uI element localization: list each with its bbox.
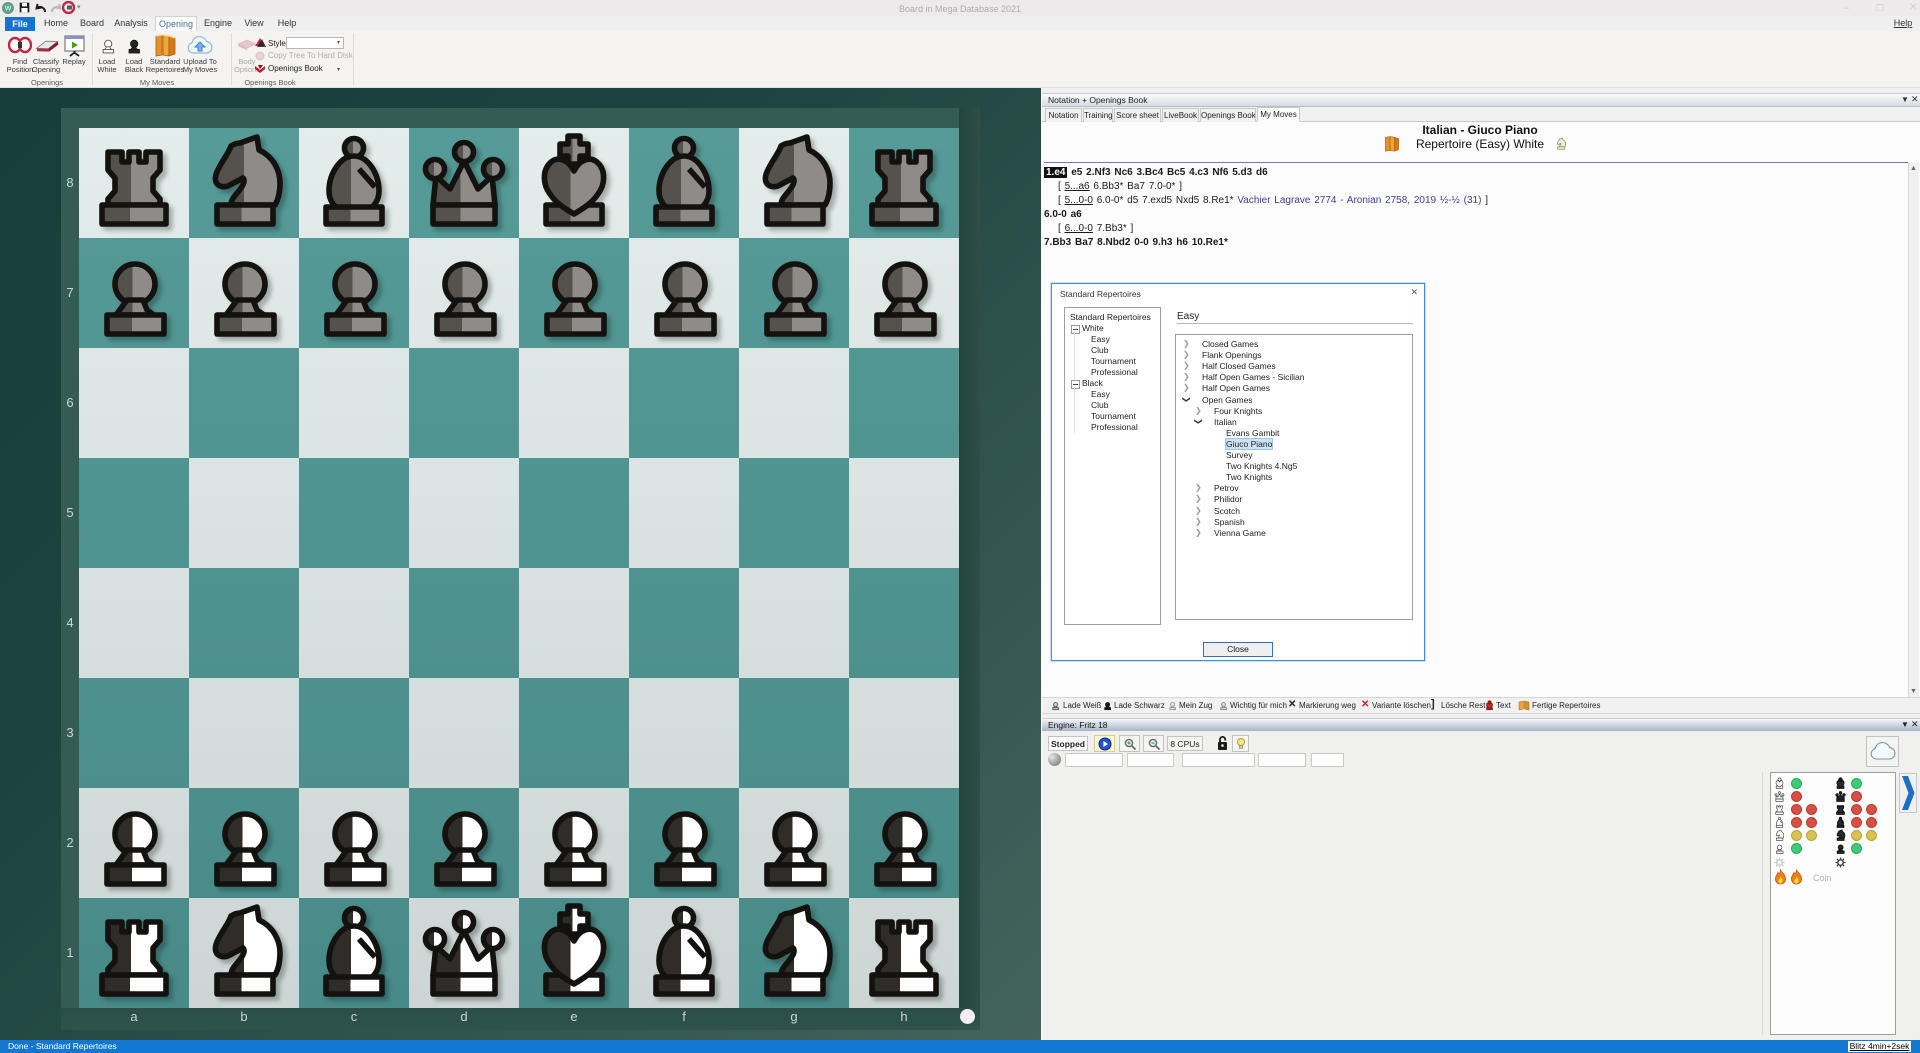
svg-text:W: W — [5, 6, 12, 13]
